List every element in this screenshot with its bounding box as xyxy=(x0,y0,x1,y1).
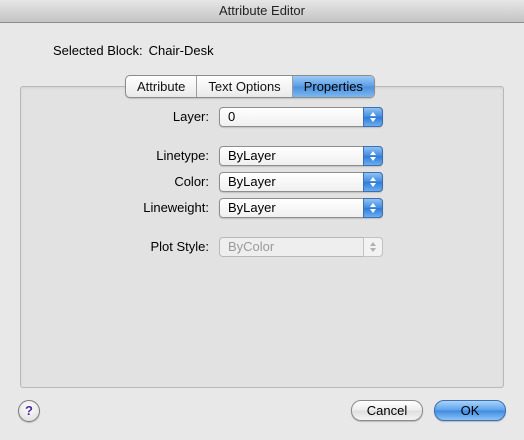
linetype-select[interactable]: ByLayer xyxy=(219,146,383,166)
layer-value: 0 xyxy=(228,109,236,124)
plot-style-label: Plot Style: xyxy=(150,239,209,254)
layer-row: Layer: 0 xyxy=(0,107,524,127)
lineweight-label: Lineweight: xyxy=(143,200,209,215)
linetype-label: Linetype: xyxy=(156,148,209,163)
tab-text-options[interactable]: Text Options xyxy=(197,76,293,97)
layer-select[interactable]: 0 xyxy=(219,107,383,127)
window-title: Attribute Editor xyxy=(0,0,524,23)
lineweight-select[interactable]: ByLayer xyxy=(219,198,383,218)
selected-block-value: Chair-Desk xyxy=(148,43,214,58)
color-select[interactable]: ByLayer xyxy=(219,172,383,192)
cancel-button[interactable]: Cancel xyxy=(351,400,423,421)
ok-button[interactable]: OK xyxy=(434,400,506,421)
linetype-row: Linetype: ByLayer xyxy=(0,146,524,166)
color-row: Color: ByLayer xyxy=(0,172,524,192)
selected-block-label: Selected Block: xyxy=(53,43,143,58)
attribute-editor-window: Attribute Editor Selected Block: Chair-De… xyxy=(0,0,524,440)
help-button[interactable]: ? xyxy=(18,400,40,422)
lineweight-row: Lineweight: ByLayer xyxy=(0,198,524,218)
tab-properties[interactable]: Properties xyxy=(292,76,374,97)
layer-label: Layer: xyxy=(172,109,209,124)
updown-arrows-icon xyxy=(363,237,383,257)
plot-style-select: ByColor xyxy=(219,237,383,257)
color-value: ByLayer xyxy=(228,174,276,189)
lineweight-value: ByLayer xyxy=(228,200,276,215)
selected-block-info: Selected Block: Chair-Desk xyxy=(53,43,214,58)
tab-bar: Attribute Text Options Properties xyxy=(125,75,375,98)
updown-arrows-icon xyxy=(363,146,383,166)
color-label: Color: xyxy=(174,174,209,189)
tab-attribute[interactable]: Attribute xyxy=(126,76,198,97)
updown-arrows-icon xyxy=(363,198,383,218)
updown-arrows-icon xyxy=(363,107,383,127)
linetype-value: ByLayer xyxy=(228,148,276,163)
updown-arrows-icon xyxy=(363,172,383,192)
plot-style-row: Plot Style: ByColor xyxy=(0,237,524,257)
plot-style-value: ByColor xyxy=(228,239,275,254)
